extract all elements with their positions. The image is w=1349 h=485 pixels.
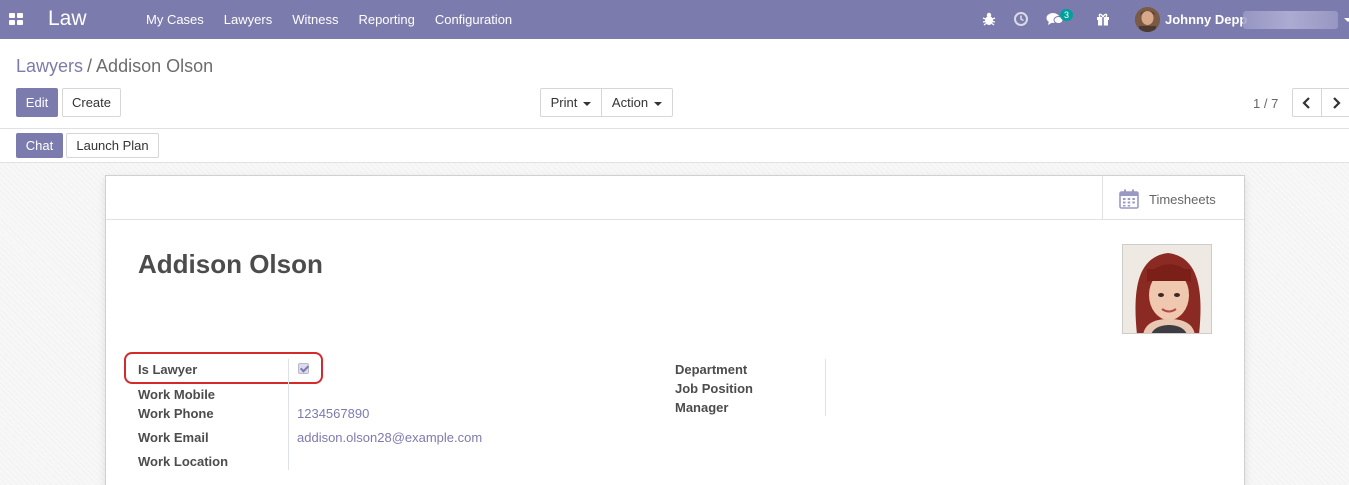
- control-panel-divider: [0, 128, 1349, 129]
- action-label: Action: [611, 95, 649, 110]
- apps-menu-icon[interactable]: [9, 13, 23, 25]
- breadcrumb-parent-link[interactable]: Lawyers: [16, 56, 83, 76]
- employee-name: Addison Olson: [138, 249, 323, 279]
- work-email-link[interactable]: addison.olson28@example.com: [297, 430, 482, 445]
- menu-item-reporting[interactable]: Reporting: [348, 0, 424, 39]
- breadcrumb-separator: /: [87, 56, 93, 76]
- chat-button[interactable]: Chat: [16, 133, 63, 158]
- print-chevron-down-icon: [583, 101, 592, 106]
- chevron-right-icon: [1333, 97, 1341, 109]
- is-lawyer-checkbox[interactable]: [298, 363, 309, 374]
- pager-next-button[interactable]: [1321, 88, 1349, 117]
- action-dropdown-button[interactable]: Action: [601, 88, 673, 117]
- manager-label: Manager: [675, 400, 729, 415]
- print-label: Print: [550, 95, 578, 110]
- timesheets-smart-button[interactable]: Timesheets: [1102, 176, 1244, 219]
- chevron-left-icon: [1302, 97, 1310, 109]
- top-navbar: Law My Cases Lawyers Witness Reporting C…: [0, 0, 1349, 39]
- work-email-label: Work Email: [138, 430, 209, 445]
- user-menu-chevron-down-icon[interactable]: [1344, 18, 1349, 22]
- debug-bug-icon[interactable]: [981, 11, 997, 27]
- edit-button[interactable]: Edit: [16, 88, 58, 117]
- timesheets-label: Timesheets: [1149, 192, 1216, 207]
- menu-item-configuration[interactable]: Configuration: [425, 0, 522, 39]
- job-position-label: Job Position: [675, 381, 753, 396]
- breadcrumb: Lawyers / Addison Olson: [16, 56, 213, 77]
- chat-count-badge: 3: [1060, 9, 1073, 21]
- gift-icon[interactable]: [1095, 11, 1111, 27]
- pager-value[interactable]: 1 / 7: [1253, 96, 1278, 111]
- breadcrumb-current: Addison Olson: [96, 56, 214, 76]
- launch-plan-button[interactable]: Launch Plan: [66, 133, 159, 158]
- create-button[interactable]: Create: [62, 88, 121, 117]
- work-phone-value[interactable]: 1234567890: [297, 406, 369, 421]
- pager-previous-button[interactable]: [1292, 88, 1322, 117]
- user-name[interactable]: Johnny Depp: [1165, 12, 1247, 27]
- activity-clock-icon[interactable]: [1013, 11, 1029, 27]
- database-name-redacted: [1243, 11, 1338, 29]
- work-mobile-label: Work Mobile: [138, 387, 216, 402]
- user-avatar[interactable]: [1135, 7, 1160, 32]
- form-sheet: Timesheets Addison Olson Is Lawyer Work …: [105, 175, 1245, 485]
- menu-item-lawyers[interactable]: Lawyers: [214, 0, 282, 39]
- work-location-label: Work Location: [138, 454, 229, 469]
- smart-button-box: Timesheets: [106, 176, 1244, 220]
- employee-photo[interactable]: [1122, 244, 1212, 334]
- menu-item-my-cases[interactable]: My Cases: [136, 0, 214, 39]
- app-brand[interactable]: Law: [48, 7, 87, 31]
- main-menu: My Cases Lawyers Witness Reporting Confi…: [136, 0, 522, 39]
- is-lawyer-label: Is Lawyer: [138, 362, 198, 377]
- department-label: Department: [675, 362, 748, 377]
- menu-item-witness[interactable]: Witness: [282, 0, 348, 39]
- left-group-separator: [288, 359, 289, 470]
- print-dropdown-button[interactable]: Print: [540, 88, 602, 117]
- right-group-separator: [825, 359, 826, 416]
- work-phone-label: Work Phone: [138, 406, 214, 421]
- calendar-icon: [1119, 189, 1139, 209]
- action-chevron-down-icon: [654, 101, 663, 106]
